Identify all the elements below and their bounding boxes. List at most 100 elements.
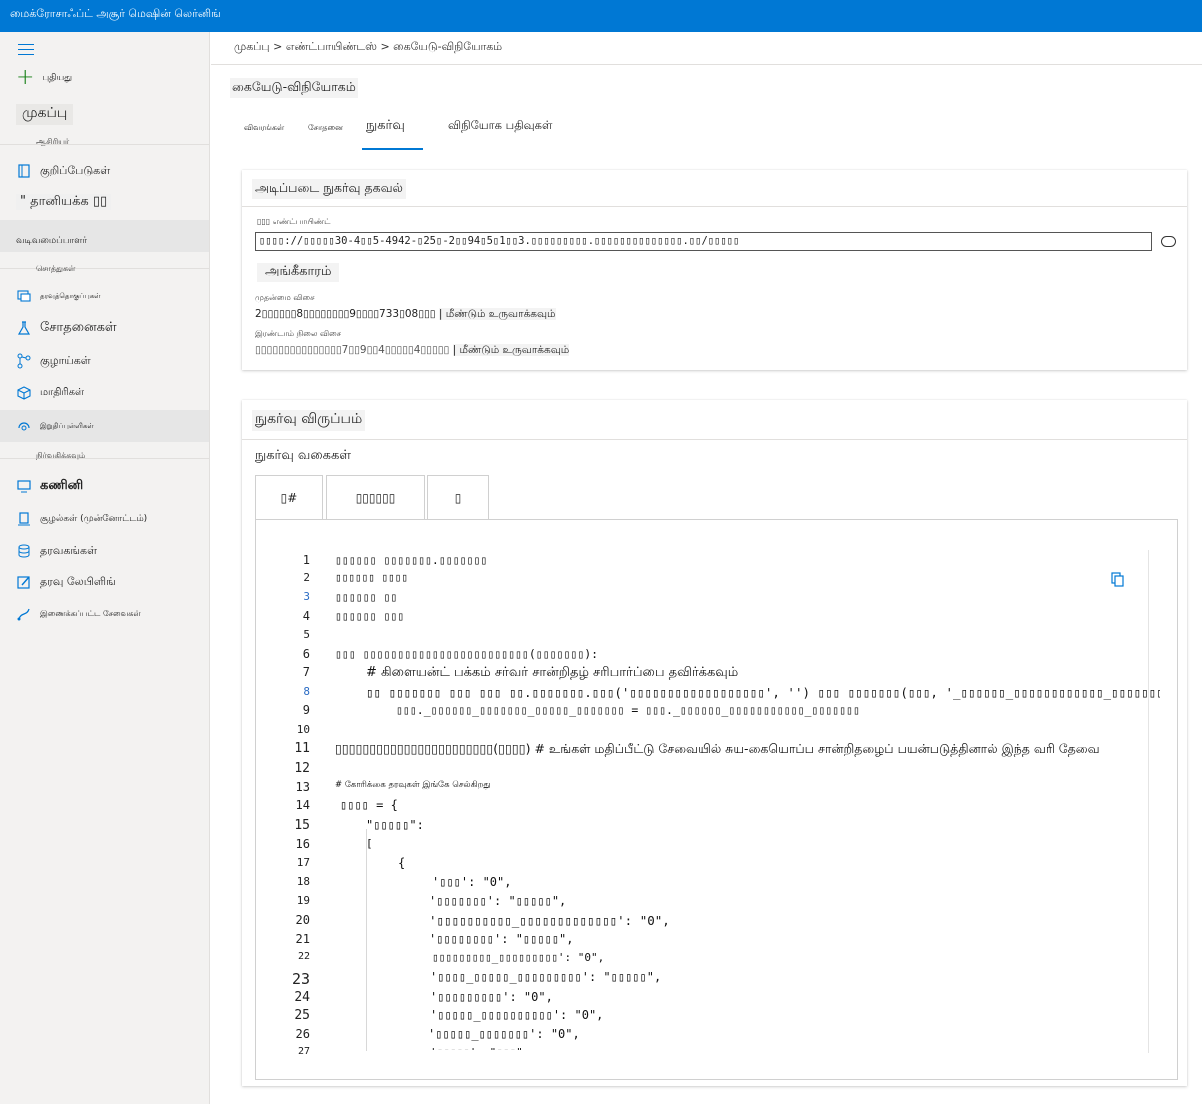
sidebar-item-linked-services[interactable]: இணைக்கப்பட்ட சேவைகள் (16, 606, 141, 622)
code-line: [ (366, 837, 373, 850)
code-line: ▯▯▯._▯▯▯▯▯▯_▯▯▯▯▯▯▯_▯▯▯▯▯_▯▯▯▯▯▯▯ = ▯▯▯.… (396, 703, 860, 717)
sidebar-item-environments[interactable]: சூழல்கள் (முன்னோட்டம்) (16, 511, 147, 527)
line-number: 7 (302, 665, 310, 679)
code-line: '▯▯▯': "0", (432, 875, 512, 889)
section-label-assets: சொத்துகள் (36, 264, 76, 273)
sidebar: + புதியது முகப்பு ஆசிரியர் குறிப்பேடுகள்… (0, 32, 210, 1104)
basic-info-title: அடிப்படை நுகர்வு தகவல் (252, 179, 406, 199)
database-icon (18, 544, 30, 558)
sidebar-item-models[interactable]: மாதிரிகள் (16, 385, 84, 401)
code-line: ▯▯▯▯▯▯▯▯▯▯▯▯▯▯▯▯▯▯▯▯▯▯▯(▯▯▯▯) # உங்கள் ம… (335, 741, 1100, 756)
code-line: '▯▯▯▯▯▯▯▯▯▯_▯▯▯▯▯▯▯▯▯▯▯▯▯': "0", (429, 913, 670, 928)
line-number: 11 (294, 741, 310, 756)
tab-deployment-logs[interactable]: விநியோக பதிவுகள் (448, 118, 552, 134)
sidebar-item-designer[interactable]: வடிவமைப்பாளர் (0, 220, 209, 252)
line-number: 1 (302, 553, 310, 567)
line-number: 15 (294, 818, 310, 833)
code-line: '▯▯▯▯▯▯▯': "▯▯▯▯▯", (429, 894, 567, 908)
new-label: புதியது (42, 72, 73, 83)
section-label-manage: நிர்வகிக்கவும் (36, 451, 86, 460)
code-line: { (398, 856, 406, 870)
copy-endpoint-icon[interactable] (1161, 236, 1176, 247)
tab-consume[interactable]: நுகர்வு (366, 118, 405, 134)
sidebar-item-endpoints[interactable]: இறுதிப்புள்ளிகள் (0, 410, 209, 442)
new-button[interactable]: + புதியது (16, 65, 73, 90)
code-line: ▯▯ ▯▯▯▯▯▯▯ ▯▯▯ ▯▯▯ ▯▯.▯▯▯▯▯▯▯.▯▯▯('▯▯▯▯▯… (366, 685, 1160, 700)
section-label-author: ஆசிரியர் (36, 137, 70, 146)
tab-test[interactable]: சோதனை (308, 123, 343, 133)
primary-key-label: முதன்மை விசை (255, 293, 315, 302)
sidebar-item-label: சூழல்கள் (முன்னோட்டம்) (40, 513, 148, 524)
code-line: "▯▯▯▯▯": (366, 818, 424, 832)
sidebar-item-datasets[interactable]: தரவுத்தொகுப்புகள் (16, 288, 101, 304)
sidebar-item-compute[interactable]: கணினி (16, 478, 83, 494)
line-number: 2 (303, 571, 310, 584)
notebook-icon (18, 164, 30, 178)
code-scrollbar[interactable] (1148, 550, 1149, 1053)
basic-info-card (242, 170, 1187, 370)
tab-details[interactable]: விவரங்கள் (244, 123, 284, 133)
flask-icon (17, 321, 31, 335)
plus-icon: + (16, 65, 35, 90)
auth-heading: அங்கீகாரம் (257, 263, 340, 282)
sidebar-item-label: குழாய்கள் (40, 353, 91, 367)
sidebar-item-label: தரவுத்தொகுப்புகள் (40, 291, 101, 300)
code-line: ▯▯▯▯▯▯ ▯▯ (335, 590, 398, 604)
line-number: 21 (295, 932, 310, 946)
primary-key-row: 2▯▯▯▯▯▯8▯▯▯▯▯▯▯▯9▯▯▯▯733▯08▯▯▯ | மீண்டும… (255, 308, 556, 321)
sidebar-item-label: தரவு லேபிளிங் (40, 574, 116, 588)
copy-icon[interactable] (1110, 572, 1126, 588)
sidebar-item-home[interactable]: முகப்பு (16, 104, 74, 125)
code-line: '▯▯▯▯▯▯▯▯': "▯▯▯▯▯", (429, 932, 574, 946)
code-line: '▯▯▯▯▯_▯▯▯▯▯▯▯▯▯▯': "0", (430, 1008, 604, 1022)
code-line: ▯▯▯ ▯▯▯▯▯▯▯▯▯▯▯▯▯▯▯▯▯▯▯▯▯▯▯▯(▯▯▯▯▯▯▯): (335, 647, 599, 661)
line-number: 4 (302, 609, 310, 623)
code-tab-csharp[interactable]: ▯# (255, 475, 323, 520)
app-title-bar: மைக்ரோசாஃப்ட் அசூர் மெஷின் லெர்னிங் (0, 0, 1202, 32)
divider (0, 144, 209, 145)
line-number: 14 (295, 798, 310, 812)
pipeline-icon (17, 353, 31, 369)
code-line: '▯▯▯▯▯▯▯▯▯': "0", (430, 990, 553, 1004)
sidebar-item-data-labeling[interactable]: தரவு லேபிளிங் (16, 574, 116, 590)
endpoint-url-field[interactable]: ▯▯▯▯://▯▯▯▯▯30-4▯▯5-4942-▯25▯-2▯▯94▯5▯1▯… (255, 232, 1152, 251)
regenerate-secondary-link[interactable]: | மீண்டும் உருவாக்கவும் (452, 344, 570, 356)
indent-guide (366, 829, 367, 1051)
sidebar-item-label: " தானியக்க ▯▯ (16, 194, 112, 210)
line-number: 22 (297, 951, 310, 962)
line-number: 8 (303, 685, 310, 698)
divider (0, 458, 209, 459)
environment-icon (18, 512, 30, 526)
regenerate-primary-link[interactable]: | மீண்டும் உருவாக்கவும் (438, 308, 556, 320)
code-line: ▯▯▯▯▯▯ ▯▯▯▯ (335, 571, 408, 584)
sidebar-item-experiments[interactable]: சோதனைகள் (16, 320, 117, 336)
sidebar-item-pipelines[interactable]: குழாய்கள் (16, 353, 91, 369)
line-number: 17 (296, 856, 310, 869)
line-number: 25 (294, 1008, 310, 1023)
sidebar-item-label: கணினி (40, 478, 84, 493)
line-number: 3 (303, 590, 310, 603)
sidebar-item-label: இணைக்கப்பட்ட சேவைகள் (40, 609, 141, 618)
sidebar-item-label: இறுதிப்புள்ளிகள் (40, 421, 94, 430)
secondary-key-value: ▯▯▯▯▯▯▯▯▯▯▯▯▯▯▯7▯▯9▯▯4▯▯▯▯▯4▯▯▯▯▯ (255, 344, 450, 356)
sidebar-item-automl[interactable]: " தானியக்க ▯▯ (16, 194, 112, 210)
code-tab-r[interactable]: ▯ (427, 475, 489, 520)
line-number: 27 (297, 1046, 310, 1057)
line-number: 13 (295, 780, 310, 794)
code-line: ▯▯▯▯▯▯ ▯▯▯ (335, 609, 405, 623)
consume-types-label: நுகர்வு வகைகள் (255, 448, 352, 463)
divider (0, 268, 209, 269)
sidebar-item-label: குறிப்பேடுகள் (40, 163, 111, 177)
sidebar-item-label: சோதனைகள் (40, 320, 117, 335)
divider (242, 439, 1187, 440)
menu-icon[interactable] (18, 44, 34, 55)
line-number: 10 (296, 723, 310, 736)
code-tab-python[interactable]: ▯▯▯▯▯▯ (326, 475, 425, 520)
code-line: # கோரிக்கை தரவுகள் இங்கே செல்கிறது (335, 780, 491, 790)
sidebar-item-notebooks[interactable]: குறிப்பேடுகள் (16, 163, 110, 179)
sidebar-item-label: வடிவமைப்பாளர் (16, 235, 88, 246)
line-number: 20 (295, 913, 310, 927)
edit-icon (17, 576, 30, 589)
breadcrumb[interactable]: முகப்பு > எண்ட்பாயிண்டஸ் > கையேடு-விநியோ… (234, 40, 502, 55)
sidebar-item-datastores[interactable]: தரவகங்கள் (16, 543, 97, 559)
